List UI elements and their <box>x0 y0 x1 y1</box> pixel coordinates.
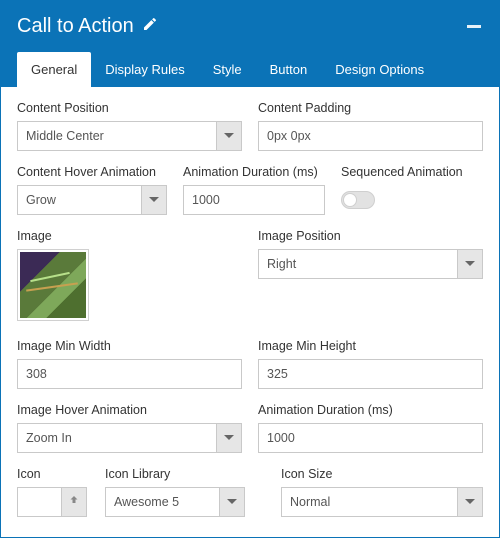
image-position-dropdown-button[interactable] <box>457 249 483 279</box>
sequenced-animation-toggle[interactable] <box>341 191 375 209</box>
image-min-width-label: Image Min Width <box>17 339 242 353</box>
sequenced-animation-label: Sequenced Animation <box>341 165 483 179</box>
field-icon-library: Icon Library Awesome 5 <box>105 467 245 517</box>
image-hover-animation-select[interactable]: Zoom In <box>17 423 242 453</box>
icon-size-value: Normal <box>281 487 457 517</box>
icon-library-select[interactable]: Awesome 5 <box>105 487 245 517</box>
field-image-min-height: Image Min Height <box>258 339 483 389</box>
arrow-up-icon <box>68 493 80 511</box>
tabs: General Display Rules Style Button Desig… <box>17 52 483 87</box>
content-hover-animation-value: Grow <box>17 185 141 215</box>
image-thumbnail[interactable] <box>17 249 89 321</box>
animation-duration-2-input[interactable] <box>258 423 483 453</box>
icon-size-select[interactable]: Normal <box>281 487 483 517</box>
field-animation-duration-2: Animation Duration (ms) <box>258 403 483 453</box>
image-min-height-input[interactable] <box>258 359 483 389</box>
field-animation-duration-1: Animation Duration (ms) <box>183 165 325 215</box>
field-image-min-width: Image Min Width <box>17 339 242 389</box>
field-icon-size: Icon Size Normal <box>281 467 483 517</box>
image-hover-animation-dropdown-button[interactable] <box>216 423 242 453</box>
tab-design-options[interactable]: Design Options <box>321 52 438 87</box>
image-label: Image <box>17 229 242 243</box>
panel-title: Call to Action <box>17 15 158 38</box>
icon-upload-button[interactable] <box>61 487 87 517</box>
content-position-label: Content Position <box>17 101 242 115</box>
image-position-select[interactable]: Right <box>258 249 483 279</box>
panel-body: Content Position Middle Center Content P… <box>1 87 499 537</box>
tab-style[interactable]: Style <box>199 52 256 87</box>
field-image: Image <box>17 229 242 321</box>
field-content-padding: Content Padding <box>258 101 483 151</box>
image-position-label: Image Position <box>258 229 483 243</box>
icon-library-dropdown-button[interactable] <box>219 487 245 517</box>
tab-button[interactable]: Button <box>256 52 322 87</box>
animation-duration-1-input[interactable] <box>183 185 325 215</box>
settings-panel: Call to Action General Display Rules Sty… <box>0 0 500 538</box>
animation-duration-2-label: Animation Duration (ms) <box>258 403 483 417</box>
content-position-select[interactable]: Middle Center <box>17 121 242 151</box>
tab-display-rules[interactable]: Display Rules <box>91 52 198 87</box>
content-hover-animation-select[interactable]: Grow <box>17 185 167 215</box>
icon-library-label: Icon Library <box>105 467 245 481</box>
image-min-width-input[interactable] <box>17 359 242 389</box>
titlebar: Call to Action General Display Rules Sty… <box>1 1 499 87</box>
content-position-dropdown-button[interactable] <box>216 121 242 151</box>
content-padding-label: Content Padding <box>258 101 483 115</box>
minimize-button[interactable] <box>467 25 483 28</box>
image-min-height-label: Image Min Height <box>258 339 483 353</box>
icon-library-value: Awesome 5 <box>105 487 219 517</box>
animation-duration-1-label: Animation Duration (ms) <box>183 165 325 179</box>
icon-size-label: Icon Size <box>281 467 483 481</box>
field-image-position: Image Position Right <box>258 229 483 321</box>
field-content-hover-animation: Content Hover Animation Grow <box>17 165 167 215</box>
icon-size-dropdown-button[interactable] <box>457 487 483 517</box>
content-hover-animation-dropdown-button[interactable] <box>141 185 167 215</box>
icon-label: Icon <box>17 467 89 481</box>
panel-title-text: Call to Action <box>17 15 134 38</box>
image-preview <box>20 252 86 318</box>
field-icon: Icon <box>17 467 89 517</box>
field-sequenced-animation: Sequenced Animation <box>341 165 483 215</box>
tab-general[interactable]: General <box>17 52 91 87</box>
icon-input[interactable] <box>17 487 61 517</box>
image-position-value: Right <box>258 249 457 279</box>
content-position-value: Middle Center <box>17 121 216 151</box>
content-padding-input[interactable] <box>258 121 483 151</box>
edit-icon[interactable] <box>142 15 158 38</box>
content-hover-animation-label: Content Hover Animation <box>17 165 167 179</box>
image-hover-animation-value: Zoom In <box>17 423 216 453</box>
field-content-position: Content Position Middle Center <box>17 101 242 151</box>
field-image-hover-animation: Image Hover Animation Zoom In <box>17 403 242 453</box>
icon-picker[interactable] <box>17 487 89 517</box>
image-hover-animation-label: Image Hover Animation <box>17 403 242 417</box>
